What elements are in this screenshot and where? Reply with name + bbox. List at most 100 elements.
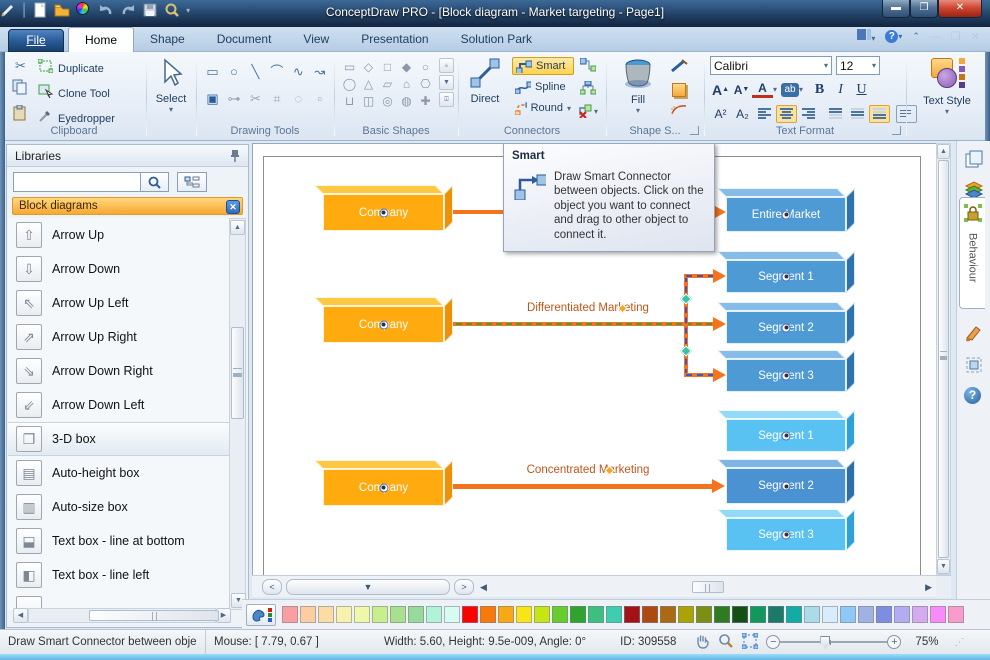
delete-connector-icon[interactable]: ▾ xyxy=(578,104,598,118)
color-swatch[interactable] xyxy=(588,606,604,623)
zoom-slider-thumb[interactable] xyxy=(820,635,831,649)
color-swatch[interactable] xyxy=(444,606,460,623)
tab-view[interactable]: View xyxy=(287,27,345,52)
shape-company-1[interactable]: Company xyxy=(314,185,453,231)
shape-rounded-rectangle[interactable]: □ xyxy=(378,58,397,75)
mdi-close-icon[interactable]: ✕ xyxy=(971,30,980,43)
color-swatch[interactable] xyxy=(912,606,928,623)
edit-curve-tool[interactable]: ◌ xyxy=(290,91,307,107)
zoom-region-icon[interactable] xyxy=(718,633,734,652)
behaviour-panel-tab[interactable]: Behaviour xyxy=(959,197,985,309)
help-icon[interactable]: ? ▾ xyxy=(885,30,902,43)
color-swatch[interactable] xyxy=(822,606,838,623)
pin-icon[interactable] xyxy=(230,149,240,168)
drawing-canvas[interactable]: Differentiated Marketing Concentrated Ma… xyxy=(252,143,936,575)
shape-ellipse[interactable]: ○ xyxy=(416,58,435,75)
shape-hexagon[interactable]: ⎔ xyxy=(416,75,435,92)
shape-cube[interactable]: ◫ xyxy=(359,92,378,109)
draw-ellipse-tool[interactable]: ○ xyxy=(225,63,242,79)
color-swatch[interactable] xyxy=(606,606,622,623)
tab-presentation[interactable]: Presentation xyxy=(345,27,444,52)
color-swatch[interactable] xyxy=(894,606,910,623)
group-edit-tool[interactable]: ▫ xyxy=(311,91,328,107)
shape-company-2[interactable]: Company xyxy=(314,297,453,343)
list-item-auto-size-box[interactable]: ▥ Auto-size box xyxy=(8,490,230,524)
valign-bottom-button[interactable] xyxy=(869,104,890,123)
curve-style-icon[interactable] xyxy=(670,102,688,121)
tab-home[interactable]: Home xyxy=(68,27,135,52)
scroll-up-icon[interactable]: ▲ xyxy=(230,220,245,235)
draw-arc-tool[interactable]: ⌒ xyxy=(268,62,285,79)
library-scrollbar-thumb[interactable] xyxy=(231,327,244,419)
bold-button[interactable]: B xyxy=(809,80,830,99)
shape-cross-arrows[interactable]: ✚ xyxy=(416,92,435,109)
canvas-scroll-down-icon[interactable]: ▼ xyxy=(937,559,950,574)
cut-icon[interactable]: ✂ xyxy=(12,58,29,74)
file-menu-button[interactable]: File xyxy=(8,29,64,52)
split-tool[interactable]: ✂ xyxy=(247,91,264,107)
text-format-dialog-launcher[interactable] xyxy=(892,126,901,135)
smart-connector-button[interactable]: Smart xyxy=(512,57,574,75)
shape-segment3-mid[interactable]: Segment 3 xyxy=(717,350,855,392)
list-item-arrow-up[interactable]: ⇧ Arrow Up xyxy=(8,218,230,252)
tab-shape[interactable]: Shape xyxy=(134,27,201,52)
color-swatch[interactable] xyxy=(408,606,424,623)
color-swatch[interactable] xyxy=(390,606,406,623)
tree-layout-icon[interactable] xyxy=(579,80,597,100)
color-swatch[interactable] xyxy=(534,606,550,623)
page-setup-icon[interactable] xyxy=(964,355,984,375)
color-swatch[interactable] xyxy=(876,606,892,623)
superscript-button[interactable]: A² xyxy=(710,104,731,123)
canvas-scroll-up-icon[interactable]: ▲ xyxy=(937,144,950,159)
connector-label-concentrated[interactable]: Concentrated Marketing xyxy=(458,464,718,476)
valign-top-button[interactable] xyxy=(825,105,846,123)
color-swatch[interactable] xyxy=(948,606,964,623)
connect-points-tool[interactable]: ⊶ xyxy=(225,91,242,107)
shape-rectangle[interactable]: ▭ xyxy=(340,58,359,75)
pages-panel-icon[interactable] xyxy=(964,149,984,169)
library-vertical-scrollbar[interactable]: ▲ ▼ xyxy=(229,218,246,610)
shape-pentagon[interactable]: ⌂ xyxy=(397,75,416,92)
italic-button[interactable]: I xyxy=(830,80,851,99)
color-swatch[interactable] xyxy=(480,606,496,623)
shape-triangle[interactable]: △ xyxy=(359,75,378,92)
list-item-arrow-up-right[interactable]: ⇗ Arrow Up Right xyxy=(8,320,230,354)
maximize-button[interactable]: ❐ xyxy=(910,0,938,18)
list-item-arrow-up-left[interactable]: ⇖ Arrow Up Left xyxy=(8,286,230,320)
shapes-scroll-up[interactable]: ▲ xyxy=(439,58,454,73)
direct-connector-button[interactable]: Direct xyxy=(462,58,508,105)
list-item-arrow-down[interactable]: ⇩ Arrow Down xyxy=(8,252,230,286)
subscript-button[interactable]: A₂ xyxy=(732,104,753,123)
color-swatch[interactable] xyxy=(426,606,442,623)
color-swatch[interactable] xyxy=(318,606,334,623)
shrink-font-button[interactable]: A ▼ xyxy=(731,80,752,99)
mdi-restore-icon[interactable]: ❐ xyxy=(951,30,961,43)
round-dropdown-icon[interactable]: ▾ xyxy=(567,104,571,113)
close-button[interactable]: ✕ xyxy=(938,0,982,18)
draw-line-tool[interactable]: ╲ xyxy=(247,64,264,80)
canvas-scroll-left-icon[interactable]: ◀ xyxy=(480,582,487,593)
list-item-text-box-line-left[interactable]: ◧ Text box - line left xyxy=(8,558,230,592)
clone-tool-button[interactable]: Clone Tool xyxy=(58,88,110,100)
text-style-dropdown-icon[interactable]: ▾ xyxy=(908,107,986,116)
tab-document[interactable]: Document xyxy=(201,27,288,52)
prev-page-button[interactable]: < xyxy=(262,579,282,595)
shape-segment1-mid[interactable]: Segment 1 xyxy=(717,251,855,293)
library-tree-view-button[interactable] xyxy=(177,172,207,192)
list-item-auto-height-box[interactable]: ▤ Auto-height box xyxy=(8,456,230,490)
align-left-button[interactable] xyxy=(754,105,775,123)
align-center-button[interactable] xyxy=(776,104,797,123)
font-family-select[interactable]: Calibri ▾ xyxy=(710,56,832,75)
color-swatch[interactable] xyxy=(840,606,856,623)
font-size-select[interactable]: 12 ▾ xyxy=(836,56,880,75)
mdi-minimize-icon[interactable]: — xyxy=(930,31,941,43)
tab-solution-park[interactable]: Solution Park xyxy=(445,27,548,52)
align-right-button[interactable] xyxy=(798,105,819,123)
library-close-icon[interactable]: ✕ xyxy=(226,199,240,214)
zoom-in-icon[interactable]: + xyxy=(887,635,902,649)
edit-vertex-tool[interactable]: ⌗ xyxy=(268,91,285,107)
color-swatch[interactable] xyxy=(930,606,946,623)
panels-icon[interactable]: ▾ xyxy=(857,29,875,44)
shape-company-3[interactable]: Company xyxy=(314,460,453,506)
shapes-scroll-down[interactable]: ▼ xyxy=(439,75,454,90)
